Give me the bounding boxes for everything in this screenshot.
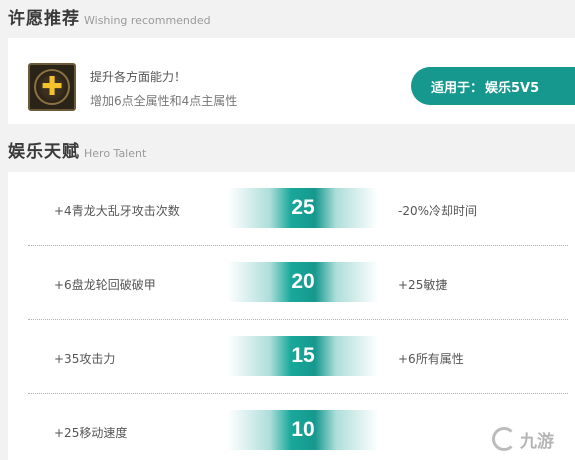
talent-level-marker: 15 xyxy=(228,336,378,376)
badge-value: 娱乐5V5 xyxy=(485,80,540,96)
talent-section-title: 娱乐天赋 xyxy=(8,142,80,162)
talent-section-subtitle: Hero Talent xyxy=(84,147,147,160)
talent-left-option: +4青龙大乱牙攻击次数 xyxy=(54,204,180,218)
talent-level-marker: 25 xyxy=(228,188,378,228)
applicable-mode-badge: 适用于： 娱乐5V5 xyxy=(411,67,575,105)
talent-level-marker: 10 xyxy=(228,410,378,450)
talent-right-option: +6所有属性 xyxy=(398,352,464,366)
talent-level: 25 xyxy=(291,196,315,219)
watermark-icon xyxy=(492,427,516,451)
talent-right-option: -20%冷却时间 xyxy=(398,204,478,218)
talent-row-level-10: +25移动速度 10 xyxy=(8,394,575,460)
wish-description-title: 提升各方面能力！ xyxy=(90,70,187,84)
wish-card: ✚ 提升各方面能力！ 增加6点全属性和4点主属性 适用于： 娱乐5V5 xyxy=(8,38,575,124)
wish-description-detail: 增加6点全属性和4点主属性 xyxy=(90,94,238,108)
talent-left-option: +35攻击力 xyxy=(54,352,116,366)
wish-section-header: 许愿推荐 Wishing recommended xyxy=(8,4,211,34)
talent-row-level-20: +6盘龙轮回破破甲 20 +25敏捷 xyxy=(8,246,575,320)
talent-level: 20 xyxy=(291,270,315,293)
wish-section-subtitle: Wishing recommended xyxy=(84,14,211,27)
talent-section-header: 娱乐天赋 Hero Talent xyxy=(8,137,146,167)
wish-section-title: 许愿推荐 xyxy=(8,9,80,29)
watermark-text: 九游 xyxy=(520,431,554,452)
watermark-logo: 九游 xyxy=(492,424,572,454)
talent-left-option: +6盘龙轮回破破甲 xyxy=(54,278,156,292)
talent-level: 15 xyxy=(291,344,315,367)
talent-panel: +4青龙大乱牙攻击次数 25 -20%冷却时间 +6盘龙轮回破破甲 20 +25… xyxy=(8,172,575,460)
talent-left-option: +25移动速度 xyxy=(54,426,128,440)
talent-right-option: +25敏捷 xyxy=(398,278,448,292)
talent-row-level-25: +4青龙大乱牙攻击次数 25 -20%冷却时间 xyxy=(8,172,575,246)
talent-level: 10 xyxy=(291,418,315,441)
badge-label: 适用于： xyxy=(431,80,484,96)
golden-plus-icon: ✚ xyxy=(28,63,76,111)
talent-row-level-15: +35攻击力 15 +6所有属性 xyxy=(8,320,575,394)
talent-level-marker: 20 xyxy=(228,262,378,302)
